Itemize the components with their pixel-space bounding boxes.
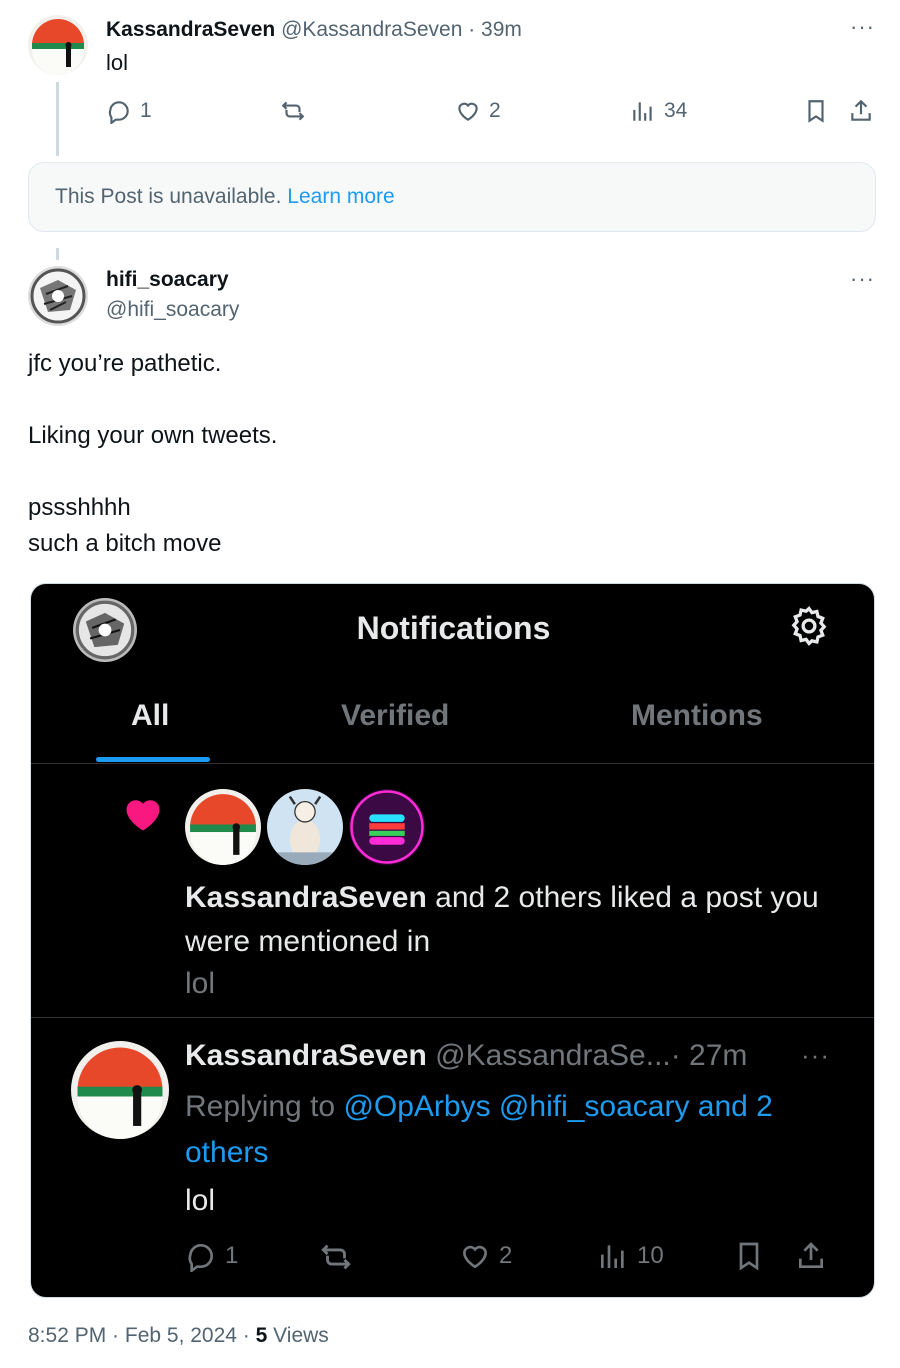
thread-line [56, 82, 59, 156]
share-icon [799, 1242, 823, 1268]
unavailable-text: This Post is unavailable. [55, 185, 282, 208]
heart-icon [462, 1245, 488, 1269]
like-button: 2 [459, 1240, 512, 1272]
handle[interactable]: @hifi_soacary [106, 298, 239, 322]
avatar [349, 789, 425, 865]
more-icon: ··· [801, 1040, 830, 1070]
notification-text: KassandraSeven and 2 others liked a post… [185, 876, 835, 964]
replying-prefix: Replying to [185, 1090, 344, 1123]
more-icon[interactable]: ··· [850, 14, 875, 40]
heart-icon [121, 792, 165, 836]
active-tab-indicator [96, 757, 210, 762]
bookmark-button[interactable] [803, 98, 829, 124]
avatar [267, 789, 343, 865]
reply-icon [108, 101, 129, 124]
handle[interactable]: @KassandraSeven [281, 18, 462, 41]
share-button[interactable] [848, 98, 874, 124]
avatar [71, 1041, 169, 1139]
avatar[interactable] [28, 15, 88, 75]
tweet-line: pssshhhh [28, 494, 131, 521]
attached-screenshot[interactable]: Notifications All Verified Mentions Kass… [30, 583, 875, 1298]
reply-button[interactable]: 1 [106, 98, 152, 124]
tab-all: All [131, 699, 170, 732]
bookmark-icon [808, 100, 824, 123]
views-label: Views [267, 1324, 329, 1347]
replying-to: Replying to @OpArbys @hifi_soacary and 2… [185, 1084, 835, 1176]
page-title: Notifications [356, 610, 551, 646]
unavailable-post-card: This Post is unavailable. Learn more [28, 162, 876, 232]
repost-button [319, 1240, 353, 1279]
learn-more-link[interactable]: Learn more [287, 185, 394, 208]
more-icon[interactable]: ··· [850, 266, 875, 292]
reply-count: 1 [225, 1242, 239, 1269]
tweet-header: KassandraSeven @KassandraSeven · 39m [106, 18, 522, 42]
reply-button: 1 [185, 1240, 238, 1272]
tweet-line [28, 454, 277, 490]
like-button[interactable]: 2 [455, 98, 501, 124]
notification-actor: KassandraSeven [185, 881, 427, 914]
views-button[interactable]: 34 [630, 98, 687, 124]
like-count: 2 [499, 1242, 513, 1269]
tab-verified: Verified [341, 699, 450, 732]
tweet-line: Liking your own tweets. [28, 422, 278, 449]
tweet-body: jfc you’re pathetic. Liking your own twe… [28, 346, 277, 562]
notification-snippet: lol [185, 967, 216, 1000]
views-count: 10 [637, 1242, 664, 1269]
views-icon [601, 1245, 624, 1268]
post-meta: 8:52 PM · Feb 5, 2024 · 5 Views [28, 1324, 329, 1348]
timestamp: · 27m [670, 1039, 748, 1072]
tweet-line: such a bitch move [28, 530, 222, 557]
views-count: 34 [664, 99, 688, 122]
tweet-line [28, 382, 277, 418]
repost-icon [321, 1244, 351, 1270]
avatar [185, 789, 261, 865]
divider [31, 763, 874, 764]
gear-icon [787, 604, 831, 648]
share-icon [851, 99, 871, 121]
divider [31, 1017, 874, 1018]
repost-icon [281, 101, 305, 121]
views-icon [633, 102, 652, 121]
display-name[interactable]: hifi_soacary [106, 268, 229, 292]
views-total: 5 [255, 1324, 268, 1347]
display-name: KassandraSeven [185, 1039, 427, 1072]
repost-button[interactable] [280, 98, 306, 124]
reply-icon [188, 1243, 213, 1272]
reply-header: KassandraSeven @KassandraSe...· 27m [185, 1039, 747, 1073]
bookmark-button [733, 1240, 765, 1277]
reply-count: 1 [140, 99, 152, 122]
tweet-line: jfc you’re pathetic. [28, 350, 222, 377]
views-button: 10 [597, 1240, 664, 1272]
like-count: 2 [489, 99, 501, 122]
display-name[interactable]: KassandraSeven [106, 18, 275, 41]
thread-line [56, 248, 59, 260]
bookmark-icon [739, 1242, 759, 1271]
handle: @KassandraSe... [435, 1039, 671, 1072]
heart-icon [458, 102, 478, 121]
reply-text: lol [185, 1184, 216, 1217]
avatar[interactable] [28, 266, 88, 326]
tweet-text: lol [106, 50, 129, 75]
share-button [795, 1240, 827, 1277]
post-timestamp[interactable]: 8:52 PM · Feb 5, 2024 · [28, 1324, 256, 1347]
timestamp[interactable]: · 39m [468, 18, 522, 41]
tab-mentions: Mentions [631, 699, 763, 732]
